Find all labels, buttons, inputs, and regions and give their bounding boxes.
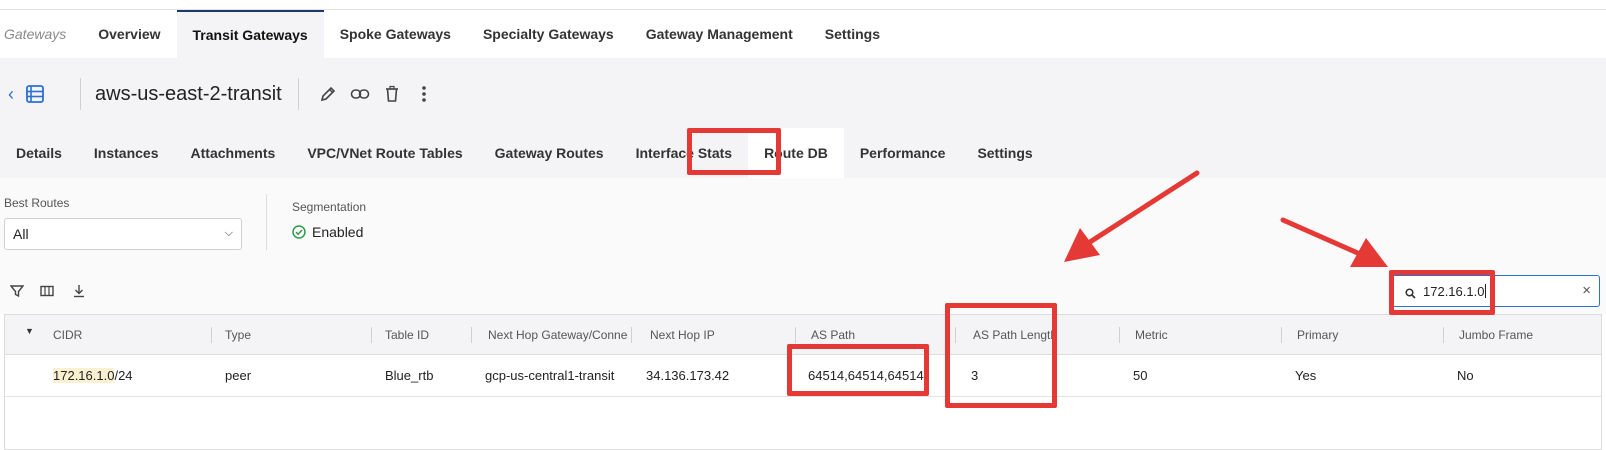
search-match-highlight: 172.16.1.0 — [53, 368, 115, 383]
annotation-box-search — [1389, 270, 1495, 315]
column-divider[interactable] — [1443, 327, 1444, 343]
annotation-box-as-path-length — [945, 303, 1057, 408]
cell-metric: 50 — [1133, 368, 1148, 383]
subtab-settings[interactable]: Settings — [961, 128, 1048, 178]
segmentation-label: Segmentation — [292, 200, 367, 214]
col-type[interactable]: Type — [225, 328, 251, 342]
back-chevron-icon[interactable]: ‹ — [8, 84, 20, 105]
subtab-vpc-vnet-route-tables[interactable]: VPC/VNet Route Tables — [291, 128, 478, 178]
header-divider — [80, 78, 81, 110]
col-cidr[interactable]: CIDR — [53, 328, 82, 342]
tab-settings[interactable]: Settings — [809, 10, 896, 58]
tab-transit-gateways[interactable]: Transit Gateways — [176, 10, 324, 58]
column-divider[interactable] — [1281, 327, 1282, 343]
tab-specialty-gateways[interactable]: Specialty Gateways — [467, 10, 630, 58]
annotation-box-as-path — [787, 344, 929, 396]
annotation-box-route-db — [687, 128, 781, 175]
subtab-instances[interactable]: Instances — [78, 128, 175, 178]
chevron-down-icon: ⌵ — [224, 227, 233, 239]
cell-jumbo-frame: No — [1457, 368, 1474, 383]
list-view-icon[interactable] — [24, 83, 46, 105]
column-divider[interactable] — [471, 327, 472, 343]
col-table-id[interactable]: Table ID — [385, 328, 429, 342]
cell-cidr: 172.16.1.0/24 — [53, 368, 133, 383]
filters-panel: Best Routes All ⌵ Segmentation Enabled — [0, 178, 1606, 270]
download-icon[interactable] — [72, 284, 88, 300]
cell-table-id: Blue_rtb — [385, 368, 434, 383]
column-divider[interactable] — [211, 327, 212, 343]
best-routes-label: Best Routes — [4, 196, 70, 210]
sort-caret-icon[interactable]: ▼ — [25, 326, 34, 336]
top-strip — [0, 0, 1606, 10]
gateway-title-bar: ‹ aws-us-east-2-transit — [8, 74, 445, 114]
subtab-gateway-routes[interactable]: Gateway Routes — [479, 128, 620, 178]
more-vertical-icon[interactable] — [413, 83, 435, 105]
filter-divider — [266, 194, 267, 250]
col-metric[interactable]: Metric — [1135, 328, 1168, 342]
table-toolbar: 172.16.1.0 × — [0, 270, 1606, 314]
cell-next-hop-ip: 34.136.173.42 — [646, 368, 730, 383]
edit-icon[interactable] — [317, 83, 339, 105]
tab-gateway-management[interactable]: Gateway Management — [630, 10, 809, 58]
check-circle-icon — [292, 225, 306, 239]
columns-icon[interactable] — [40, 284, 56, 300]
gateway-header: ‹ aws-us-east-2-transit Details Instance… — [0, 58, 1606, 178]
col-jumbo-frame[interactable]: Jumbo Frame — [1459, 328, 1533, 342]
tab-spoke-gateways[interactable]: Spoke Gateways — [324, 10, 467, 58]
top-nav: Gateways Overview Transit Gateways Spoke… — [0, 10, 1606, 58]
gateway-subtabs: Details Instances Attachments VPC/VNet R… — [0, 128, 1049, 178]
filter-icon[interactable] — [9, 284, 26, 300]
clear-search-icon[interactable]: × — [1582, 282, 1591, 299]
tab-overview[interactable]: Overview — [82, 10, 176, 58]
best-routes-value: All — [13, 226, 29, 242]
cell-next-hop-gateway: gcp-us-central1-transit — [485, 368, 615, 383]
trash-icon[interactable] — [381, 83, 403, 105]
subtab-performance[interactable]: Performance — [844, 128, 962, 178]
breadcrumb-gateways[interactable]: Gateways — [0, 26, 82, 42]
column-divider[interactable] — [371, 327, 372, 343]
best-routes-select[interactable]: All ⌵ — [4, 218, 242, 250]
col-primary[interactable]: Primary — [1297, 328, 1338, 342]
subtab-attachments[interactable]: Attachments — [175, 128, 292, 178]
col-next-hop-gateway[interactable]: Next Hop Gateway/Connecti — [488, 328, 628, 342]
cell-type: peer — [225, 368, 252, 383]
link-icon[interactable] — [349, 83, 371, 105]
subtab-details[interactable]: Details — [0, 128, 78, 178]
col-as-path[interactable]: AS Path — [811, 328, 855, 342]
header-divider — [297, 78, 299, 110]
col-next-hop-ip[interactable]: Next Hop IP — [650, 328, 715, 342]
column-divider[interactable] — [795, 327, 796, 343]
cell-primary: Yes — [1295, 368, 1317, 383]
column-divider[interactable] — [631, 327, 632, 343]
segmentation-value: Enabled — [312, 224, 364, 240]
gateway-name: aws-us-east-2-transit — [95, 82, 282, 105]
column-divider[interactable] — [1119, 327, 1120, 343]
cidr-suffix: /24 — [114, 368, 133, 383]
segmentation-status: Enabled — [292, 224, 363, 240]
